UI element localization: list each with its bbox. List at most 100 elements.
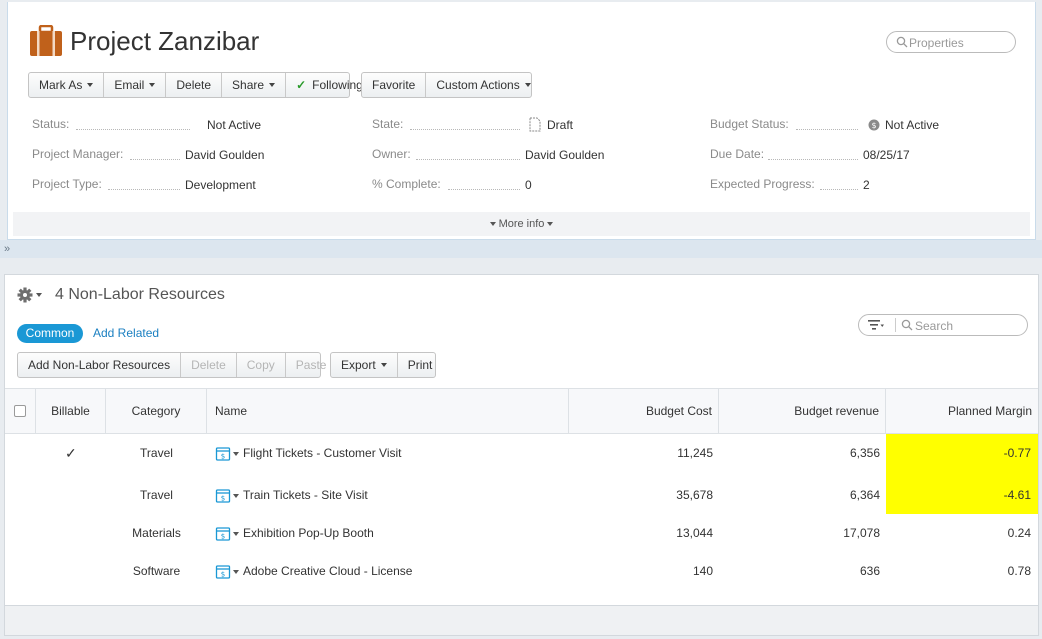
due-date-value: 08/25/17 [863,148,910,162]
owner-value[interactable]: David Goulden [525,148,604,162]
chevron-down-icon [524,83,531,87]
budget-cost-cell: 140 [692,564,713,578]
expected-progress-divider [820,189,858,190]
budget-revenue-cell: 6,356 [849,446,880,460]
table-row[interactable]: ✓ Travel $ Flight Tickets - Customer Vis… [5,434,1038,474]
filter-icon[interactable] [868,320,884,331]
project-type-value: Development [185,178,256,192]
resources-title: 4 Non-Labor Resources [55,286,225,303]
category-cell: Travel [140,488,173,502]
custom-actions-label: Custom Actions [436,78,520,92]
status-label: Status: [32,117,70,131]
favorite-label: Favorite [372,78,416,92]
planned-margin-cell: -4.61 [1003,488,1031,502]
grid-footer [5,605,1038,635]
export-toolbar: Export Print [330,352,436,378]
svg-text:$: $ [221,571,225,579]
dollar-circle-icon: $ [868,119,880,131]
project-manager-label: Project Manager: [32,147,124,161]
project-type-label: Project Type: [32,177,102,191]
resource-name[interactable]: Train Tickets - Site Visit [243,488,368,502]
chevron-down-icon [87,83,94,87]
budget-revenue-cell: 6,364 [849,488,880,502]
page-title: Project Zanzibar [70,26,260,56]
owner-label: Owner: [372,147,411,161]
non-labor-resources-panel: 4 Non-Labor Resources Common Add Related… [4,274,1039,636]
svg-text:$: $ [221,495,225,503]
delete-button[interactable]: Delete [165,73,221,97]
delete-label: Delete [176,78,212,92]
category-cell: Materials [132,526,181,540]
budget-status-divider [796,129,858,130]
expected-progress-label: Expected Progress: [710,177,815,191]
mark-as-button[interactable]: Mark As [29,73,103,97]
column-header-budget-cost[interactable]: Budget Cost [569,389,719,433]
resources-search-input[interactable]: Search [858,314,1028,336]
mark-as-label: Mark As [39,78,83,92]
budget-cost-cell: 35,678 [676,488,713,502]
svg-text:$: $ [221,533,225,541]
search-icon [901,319,913,331]
properties-search-placeholder: Properties [909,36,964,50]
chevron-down-icon [269,83,276,87]
search-icon [896,36,908,48]
resource-name[interactable]: Adobe Creative Cloud - License [243,564,412,578]
column-header-budget-revenue[interactable]: Budget revenue [719,389,886,433]
budget-revenue-cell: 636 [859,564,880,578]
add-related-link[interactable]: Add Related [93,326,159,340]
add-non-labor-resources-button[interactable]: Add Non-Labor Resources [18,353,180,377]
following-button[interactable]: ✓ Following [285,73,373,97]
double-chevron-down-icon[interactable]: » [4,240,10,258]
export-button[interactable]: Export [331,353,397,377]
print-button[interactable]: Print [396,353,443,377]
chevron-down-icon[interactable] [233,494,239,498]
select-all-checkbox[interactable] [14,405,26,417]
category-cell: Travel [140,446,173,460]
share-label: Share [232,78,265,92]
resource-box-icon: $ [215,447,231,461]
column-header-planned-margin[interactable]: Planned Margin [886,389,1038,433]
column-header-category[interactable]: Category [106,389,207,433]
paste-button[interactable]: Paste [284,353,337,377]
delete-resource-button[interactable]: Delete [180,353,236,377]
resource-box-icon: $ [215,527,231,541]
search-placeholder: Search [915,319,954,333]
table-row[interactable]: Travel $ Train Tickets - Site Visit 35,6… [5,474,1038,514]
column-header-name[interactable]: Name [207,389,569,433]
expected-progress-value: 2 [863,178,870,192]
email-button[interactable]: Email [103,73,165,97]
tab-common[interactable]: Common [17,324,83,343]
percent-complete-divider [448,189,520,190]
grid-header: Billable Category Name Budget Cost Budge… [5,388,1038,434]
percent-complete-label: % Complete: [372,177,441,191]
chevron-down-icon[interactable] [233,532,239,536]
chevron-down-icon [380,363,387,367]
chevron-down-icon [489,222,496,227]
budget-cost-cell: 13,044 [676,526,713,540]
table-row[interactable]: Software $ Adobe Creative Cloud - Licens… [5,552,1038,590]
resource-name[interactable]: Exhibition Pop-Up Booth [243,526,374,540]
resource-name[interactable]: Flight Tickets - Customer Visit [243,446,401,460]
more-info-toggle[interactable]: More info [13,212,1030,236]
favorite-button[interactable]: Favorite [362,73,425,97]
following-label: Following [312,78,363,92]
chevron-down-icon[interactable] [233,570,239,574]
custom-actions-button[interactable]: Custom Actions [425,73,540,97]
percent-complete-value: 0 [525,178,532,192]
project-manager-value[interactable]: David Goulden [185,148,264,162]
planned-margin-cell: -0.77 [1003,446,1031,460]
project-action-toolbar: Mark As Email Delete Share ✓ Following [28,72,363,98]
gear-icon[interactable] [17,287,47,303]
svg-text:$: $ [221,453,225,461]
properties-search-input[interactable]: Properties [886,31,1016,53]
column-header-billable[interactable]: Billable [36,389,106,433]
table-row[interactable]: Materials $ Exhibition Pop-Up Booth 13,0… [5,514,1038,552]
copy-button[interactable]: Copy [235,353,285,377]
briefcase-icon [30,25,62,56]
chevron-down-icon[interactable] [233,452,239,456]
budget-revenue-cell: 17,078 [843,526,880,540]
billable-check: ✓ [65,445,77,461]
share-button[interactable]: Share [221,73,285,97]
planned-margin-cell: 0.78 [1007,564,1031,578]
state-value: Draft [547,118,574,132]
